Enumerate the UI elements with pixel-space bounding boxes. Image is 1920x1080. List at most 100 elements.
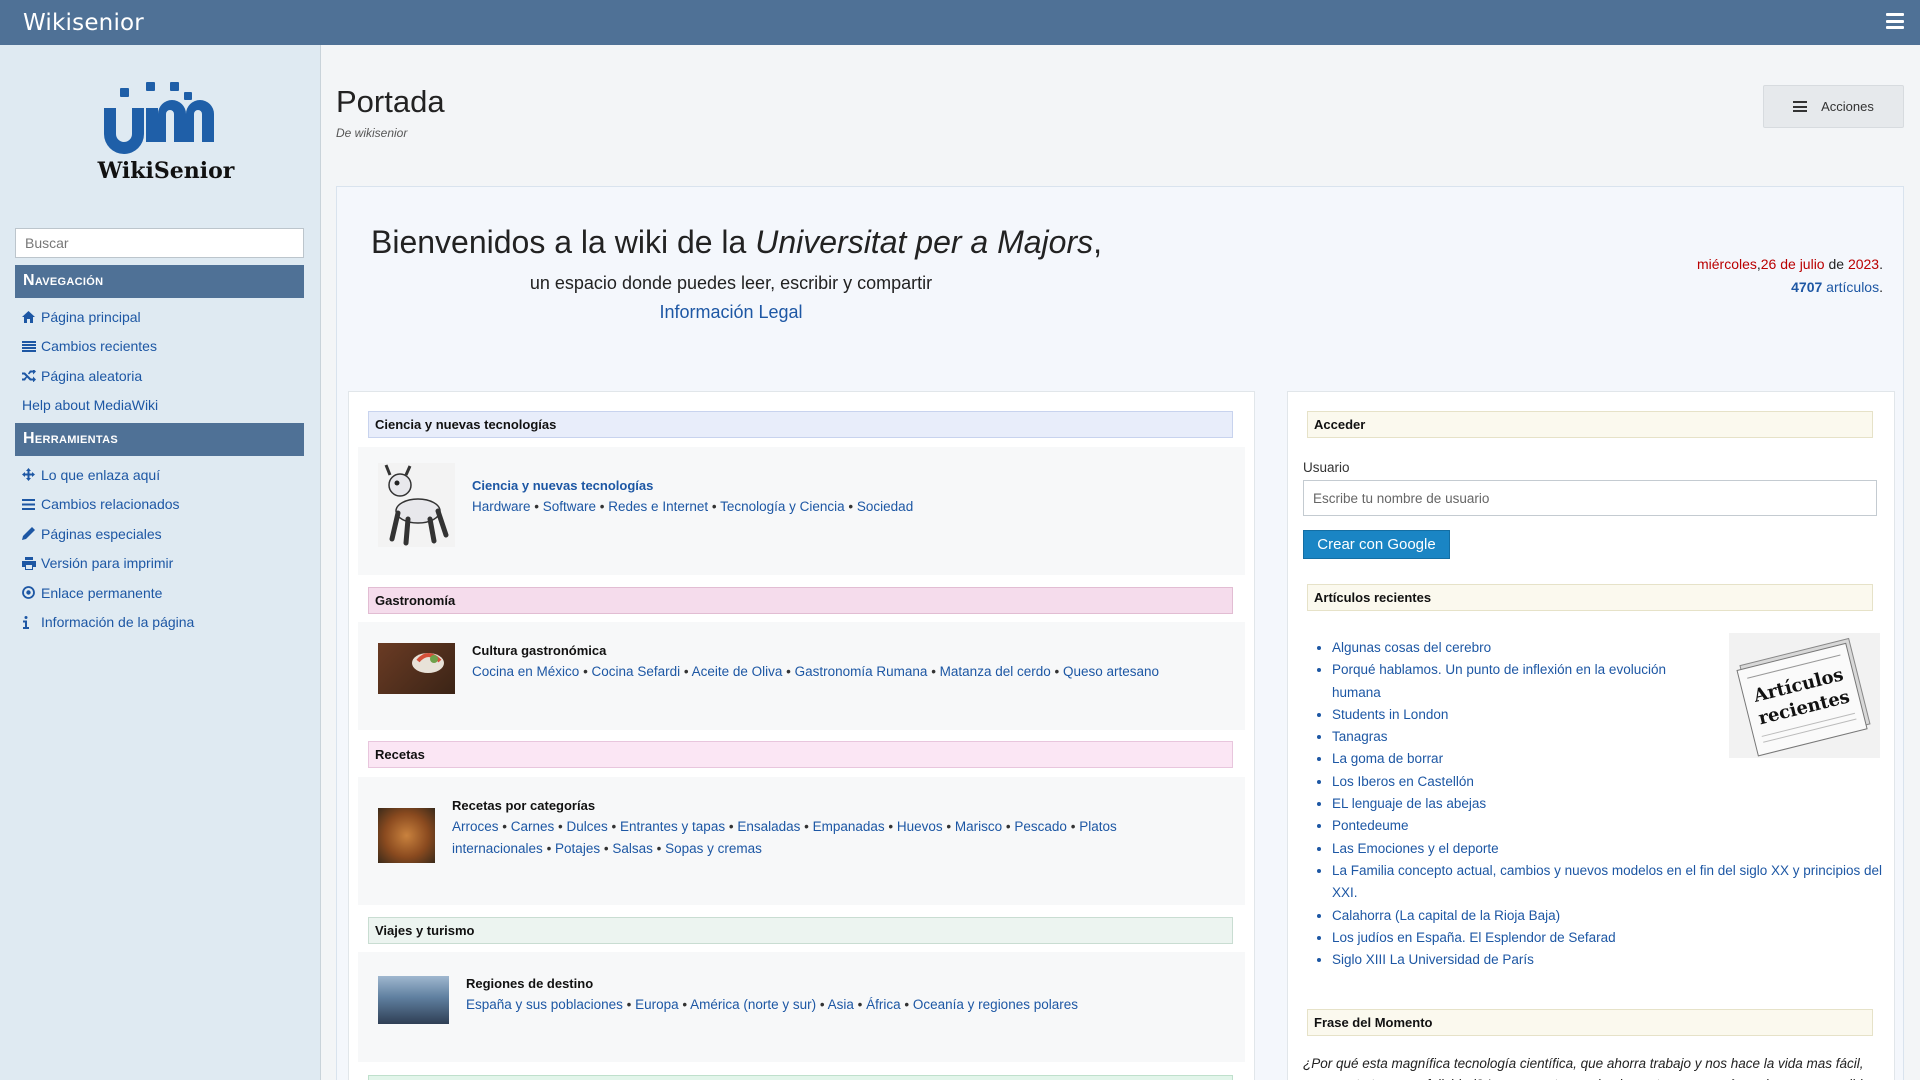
food-dish-image[interactable] [378,643,455,694]
section-link[interactable]: Cocina en México [472,664,579,679]
legal-info-link[interactable]: Información Legal [659,302,802,323]
move-icon [22,468,41,482]
article-count-period: . [1879,279,1883,295]
link-separator: • [678,997,691,1012]
section-link[interactable]: Pescado [1014,819,1067,834]
link-separator: • [579,664,592,679]
link-separator: • [622,997,636,1012]
recent-article-item[interactable]: Students in London [1332,704,1892,726]
sidebar-item-recent-changes[interactable]: Cambios recientes [22,332,312,362]
recent-article-link[interactable]: La goma de borrar [1332,751,1443,766]
recent-article-link[interactable]: Los judíos en España. El Esplendor de Se… [1332,930,1616,945]
sidebar-item-page-information[interactable]: Información de la página [22,608,312,638]
recent-article-link[interactable]: Los Iberos en Castellón [1332,774,1474,789]
recent-article-item[interactable]: La goma de borrar [1332,748,1892,770]
section-link[interactable]: Ensaladas [737,819,800,834]
section-link[interactable]: Software [543,499,596,514]
recent-article-item[interactable]: Los judíos en España. El Esplendor de Se… [1332,927,1892,949]
recent-article-item[interactable]: Las Emociones y el deporte [1332,838,1892,860]
section-link[interactable]: Huevos [897,819,943,834]
sidebar-item-label: Información de la página [41,614,195,631]
recent-article-item[interactable]: Tanagras [1332,726,1892,748]
recent-article-item[interactable]: Siglo XIII La Universidad de París [1332,949,1892,971]
recent-article-link[interactable]: La Familia concepto actual, cambios y nu… [1332,863,1882,900]
username-label: Usuario [1303,460,1350,475]
section-link[interactable]: Marisco [955,819,1002,834]
date-day-month[interactable]: 26 de julio [1761,256,1825,272]
recent-article-item[interactable]: EL lenguaje de las abejas [1332,793,1892,815]
section-links-gastronomy: Cocina en México • Cocina Sefardi • Acei… [472,661,1232,683]
welcome-heading: Bienvenidos a la wiki de la Universitat … [371,224,1102,261]
recent-article-item[interactable]: Porqué hablamos. Un punto de inflexión e… [1332,659,1684,704]
section-link[interactable]: Arroces [452,819,499,834]
portals-column: Ciencia y nuevas tecnologías Ciencia y n… [348,391,1255,1080]
section-link[interactable]: Queso artesano [1063,664,1159,679]
section-link[interactable]: Cocina Sefardi [592,664,681,679]
section-link[interactable]: América (norte y sur) [690,997,816,1012]
recent-article-link[interactable]: Algunas cosas del cerebro [1332,640,1491,655]
recent-article-item[interactable]: Algunas cosas del cerebro [1332,637,1892,659]
recent-article-link[interactable]: Students in London [1332,707,1448,722]
sidebar-item-printable-version[interactable]: Versión para imprimir [22,549,312,579]
recent-article-link[interactable]: Porqué hablamos. Un punto de inflexión e… [1332,662,1666,699]
robot-dog-image[interactable] [378,463,455,547]
section-link[interactable]: Carnes [511,819,555,834]
section-body-recipes: Recetas por categorías Arroces • Carnes … [358,777,1245,905]
section-body-gastronomy: Cultura gastronómica Cocina en México • … [358,622,1245,730]
recent-article-item[interactable]: Los Iberos en Castellón [1332,771,1892,793]
date-weekday[interactable]: miércoles [1697,256,1757,272]
section-link[interactable]: Europa [635,997,679,1012]
paella-image[interactable] [378,808,435,863]
sidebar-item-special-pages[interactable]: Páginas especiales [22,519,312,549]
article-count-number[interactable]: 4707 [1791,279,1822,295]
wikisenior-logo[interactable]: WikiSenior [96,78,236,188]
section-link[interactable]: Salsas [612,841,653,856]
sidebar-item-what-links-here[interactable]: Lo que enlaza aquí [22,460,312,490]
section-link[interactable]: Gastronomía Rumana [795,664,928,679]
section-title-science[interactable]: Ciencia y nuevas tecnologías [472,478,653,493]
section-link[interactable]: Dulces [567,819,608,834]
sidebar-item-permanent-link[interactable]: Enlace permanente [22,578,312,608]
section-link[interactable]: Aceite de Oliva [692,664,783,679]
section-link[interactable]: Redes e Internet [608,499,708,514]
recent-article-link[interactable]: Siglo XIII La Universidad de París [1332,952,1534,967]
section-link[interactable]: Tecnología y Ciencia [720,499,845,514]
travel-destination-image[interactable] [378,976,449,1024]
section-links-travel: España y sus poblaciones • Europa • Amér… [466,994,1226,1016]
sidebar-item-random-page[interactable]: Página aleatoria [22,361,312,391]
article-count-label[interactable]: artículos [1822,279,1879,295]
sidebar-item-help-mediawiki[interactable]: Help about MediaWiki [22,391,312,421]
hamburger-menu-icon[interactable] [1886,13,1904,29]
search-input[interactable] [15,228,304,258]
sidebar-item-related-changes[interactable]: Cambios relacionados [22,490,312,520]
sidebar-item-main-page[interactable]: Página principal [22,302,312,332]
section-link[interactable]: Asia [828,997,854,1012]
section-link[interactable]: Sopas y cremas [665,841,762,856]
section-link[interactable]: Empanadas [813,819,885,834]
section-link[interactable]: Potajes [555,841,600,856]
section-link[interactable]: Sociedad [857,499,913,514]
date-year[interactable]: 2023 [1848,256,1879,272]
username-input[interactable] [1303,480,1877,516]
recent-article-link[interactable]: Calahorra (La capital de la Rioja Baja) [1332,908,1560,923]
link-separator: • [1066,819,1080,834]
recent-article-link[interactable]: EL lenguaje de las abejas [1332,796,1486,811]
section-link[interactable]: Hardware [472,499,531,514]
section-link[interactable]: Oceanía y regiones polares [913,997,1078,1012]
app-title[interactable]: Wikisenior [23,10,144,36]
recent-article-item[interactable]: Pontedeume [1332,815,1892,837]
recent-article-link[interactable]: Pontedeume [1332,818,1409,833]
recent-article-item[interactable]: Calahorra (La capital de la Rioja Baja) [1332,905,1892,927]
section-link[interactable]: Entrantes y tapas [620,819,725,834]
welcome-suffix: , [1093,224,1102,260]
google-signup-button[interactable]: Crear con Google [1303,530,1450,559]
recent-article-link[interactable]: Tanagras [1332,729,1388,744]
section-link[interactable]: España y sus poblaciones [466,997,623,1012]
recent-article-item[interactable]: La Familia concepto actual, cambios y nu… [1332,860,1892,905]
section-link[interactable]: Matanza del cerdo [940,664,1051,679]
date-box: miércoles,26 de julio de 2023. 4707 artí… [1697,253,1883,299]
actions-button[interactable]: Acciones [1763,85,1904,128]
recent-article-link[interactable]: Las Emociones y el deporte [1332,841,1499,856]
list-icon [22,340,41,352]
section-link[interactable]: África [866,997,901,1012]
